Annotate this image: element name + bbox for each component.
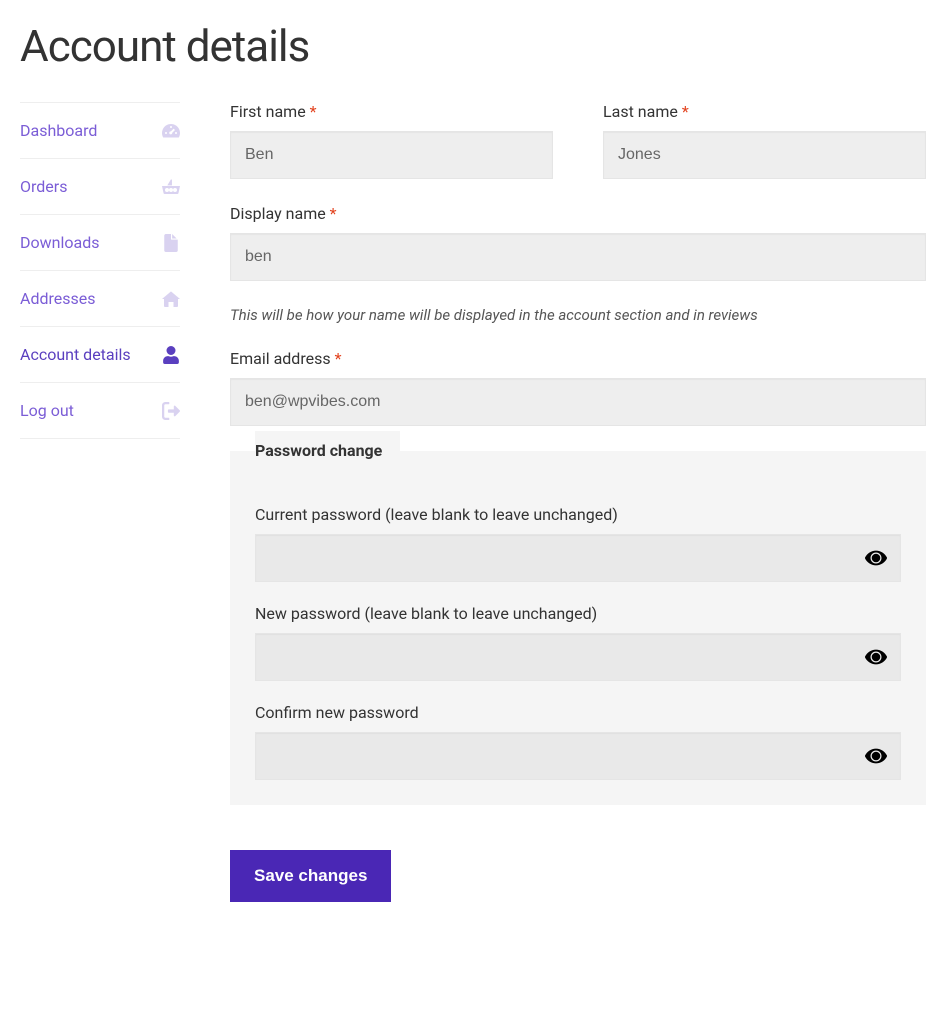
- required-mark: *: [310, 102, 317, 121]
- sidebar-item-label: Log out: [20, 401, 74, 420]
- eye-icon[interactable]: [865, 646, 887, 668]
- last-name-input[interactable]: [603, 131, 926, 179]
- sidebar-item-logout[interactable]: Log out: [20, 382, 180, 439]
- account-nav: Dashboard Orders Downloads Addresses: [20, 102, 180, 902]
- logout-icon: [162, 402, 180, 420]
- required-mark: *: [335, 349, 342, 368]
- new-password-label: New password (leave blank to leave uncha…: [255, 604, 901, 623]
- password-change-legend: Password change: [255, 431, 400, 470]
- sidebar-item-label: Account details: [20, 345, 131, 364]
- display-name-label: Display name *: [230, 204, 926, 223]
- page-title: Account details: [20, 20, 926, 72]
- sidebar-item-dashboard[interactable]: Dashboard: [20, 102, 180, 158]
- sidebar-item-label: Addresses: [20, 289, 96, 308]
- required-mark: *: [682, 102, 689, 121]
- user-icon: [162, 346, 180, 364]
- sidebar-item-label: Downloads: [20, 233, 99, 252]
- last-name-label: Last name *: [603, 102, 926, 121]
- sidebar-item-account-details[interactable]: Account details: [20, 326, 180, 382]
- display-name-help: This will be how your name will be displ…: [230, 306, 926, 324]
- eye-icon[interactable]: [865, 745, 887, 767]
- display-name-input[interactable]: [230, 233, 926, 281]
- required-mark: *: [330, 204, 337, 223]
- confirm-password-input[interactable]: [255, 732, 901, 780]
- dashboard-icon: [162, 122, 180, 140]
- sidebar-item-addresses[interactable]: Addresses: [20, 270, 180, 326]
- current-password-label: Current password (leave blank to leave u…: [255, 505, 901, 524]
- email-input[interactable]: [230, 378, 926, 426]
- current-password-input[interactable]: [255, 534, 901, 582]
- first-name-input[interactable]: [230, 131, 553, 179]
- save-button[interactable]: Save changes: [230, 850, 391, 902]
- sidebar-item-orders[interactable]: Orders: [20, 158, 180, 214]
- file-icon: [162, 234, 180, 252]
- password-change-section: Password change Current password (leave …: [230, 451, 926, 805]
- email-label: Email address *: [230, 349, 926, 368]
- eye-icon[interactable]: [865, 547, 887, 569]
- first-name-label: First name *: [230, 102, 553, 121]
- account-details-form: First name * Last name * Display name * …: [230, 102, 926, 902]
- new-password-input[interactable]: [255, 633, 901, 681]
- sidebar-item-label: Dashboard: [20, 121, 97, 140]
- sidebar-item-downloads[interactable]: Downloads: [20, 214, 180, 270]
- home-icon: [162, 290, 180, 308]
- basket-icon: [162, 178, 180, 196]
- sidebar-item-label: Orders: [20, 177, 67, 196]
- confirm-password-label: Confirm new password: [255, 703, 901, 722]
